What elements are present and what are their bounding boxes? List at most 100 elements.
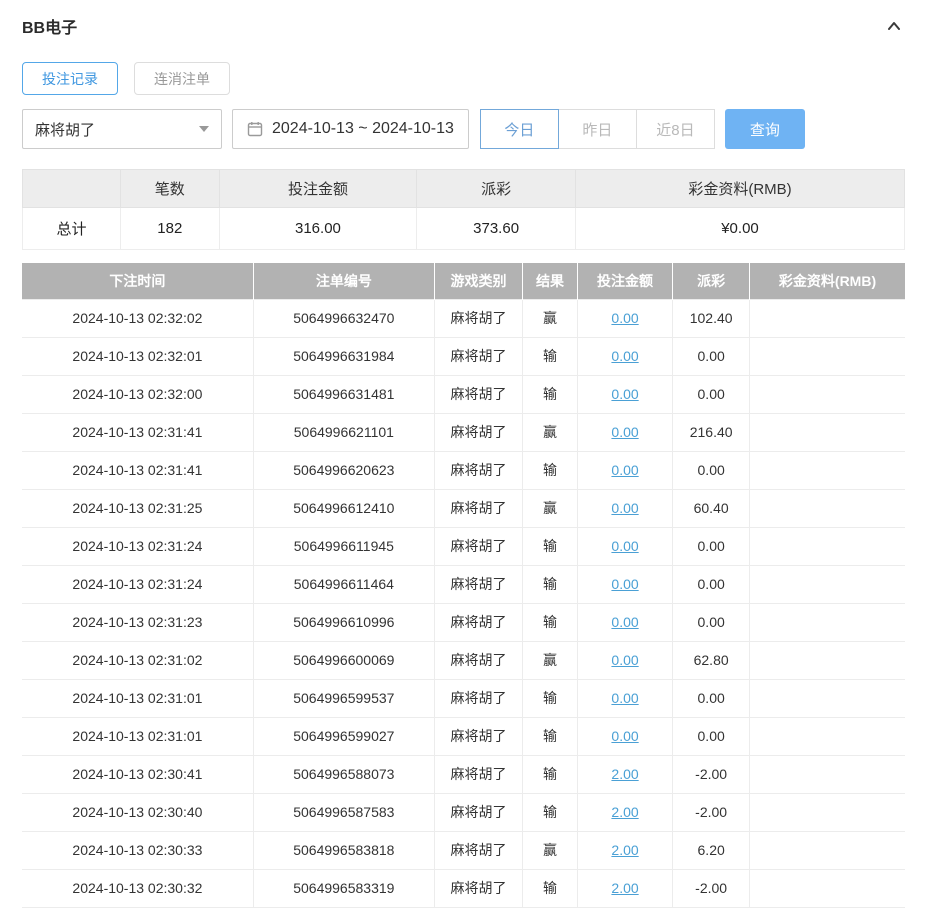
bet-amount-link[interactable]: 0.00 bbox=[611, 728, 638, 744]
table-row: 2024-10-13 02:31:01 5064996599537 麻将胡了 输… bbox=[22, 678, 905, 718]
order-number-cell: 5064996583818 bbox=[252, 830, 435, 870]
order-number-cell: 5064996631984 bbox=[252, 336, 435, 376]
result-cell: 输 bbox=[522, 336, 578, 376]
table-row: 2024-10-13 02:30:32 5064996583319 麻将胡了 输… bbox=[22, 868, 905, 908]
bet-amount-link[interactable]: 0.00 bbox=[611, 576, 638, 592]
order-number-cell: 5064996611464 bbox=[252, 564, 435, 604]
tabs: 投注记录 连消注单 bbox=[22, 62, 905, 95]
jackpot-cell bbox=[749, 716, 905, 756]
bet-amount-link[interactable]: 0.00 bbox=[611, 310, 638, 326]
payout-cell: 0.00 bbox=[672, 716, 751, 756]
bet-amount-link[interactable]: 2.00 bbox=[611, 880, 638, 896]
result-cell: 赢 bbox=[522, 412, 578, 452]
payout-cell: -2.00 bbox=[672, 754, 751, 794]
bet-time-cell: 2024-10-13 02:31:24 bbox=[22, 564, 254, 604]
jackpot-cell bbox=[749, 868, 905, 908]
summary-table: 笔数 投注金额 派彩 彩金资料(RMB) 总计 182 316.00 373.6… bbox=[22, 169, 906, 250]
result-cell: 输 bbox=[522, 602, 578, 642]
bet-amount-link[interactable]: 0.00 bbox=[611, 462, 638, 478]
filter-row: 麻将胡了 2024-10-13 ~ 2024-10-13 今日 昨日 近8日 查… bbox=[22, 109, 905, 149]
bet-time-cell: 2024-10-13 02:31:24 bbox=[22, 526, 254, 566]
order-number-cell: 5064996600069 bbox=[252, 640, 435, 680]
header-bet-time: 下注时间 bbox=[22, 263, 254, 299]
result-cell: 赢 bbox=[522, 298, 578, 338]
game-type-cell: 麻将胡了 bbox=[433, 526, 524, 566]
game-type-cell: 麻将胡了 bbox=[433, 640, 524, 680]
result-cell: 输 bbox=[522, 526, 578, 566]
table-row: 2024-10-13 02:31:02 5064996600069 麻将胡了 赢… bbox=[22, 640, 905, 680]
result-cell: 赢 bbox=[522, 640, 578, 680]
bet-amount-link[interactable]: 0.00 bbox=[611, 614, 638, 630]
quick-filter-last8days[interactable]: 近8日 bbox=[635, 109, 715, 149]
game-type-cell: 麻将胡了 bbox=[433, 830, 524, 870]
bet-amount-link[interactable]: 2.00 bbox=[611, 766, 638, 782]
result-cell: 赢 bbox=[522, 488, 578, 528]
jackpot-cell bbox=[749, 602, 905, 642]
chevron-down-icon bbox=[199, 126, 209, 132]
table-row: 2024-10-13 02:31:41 5064996621101 麻将胡了 赢… bbox=[22, 412, 905, 452]
game-type-cell: 麻将胡了 bbox=[433, 564, 524, 604]
table-row: 2024-10-13 02:30:40 5064996587583 麻将胡了 输… bbox=[22, 792, 905, 832]
summary-header-bet-amount: 投注金额 bbox=[218, 169, 418, 208]
result-cell: 输 bbox=[522, 450, 578, 490]
bet-amount-link[interactable]: 0.00 bbox=[611, 424, 638, 440]
order-number-cell: 5064996621101 bbox=[252, 412, 435, 452]
bet-amount-link[interactable]: 0.00 bbox=[611, 348, 638, 364]
bet-amount-link[interactable]: 0.00 bbox=[611, 538, 638, 554]
payout-cell: 6.20 bbox=[672, 830, 751, 870]
jackpot-cell bbox=[749, 830, 905, 870]
page-title: BB电子 bbox=[22, 20, 78, 37]
order-number-cell: 5064996631481 bbox=[252, 374, 435, 414]
game-type-cell: 麻将胡了 bbox=[433, 868, 524, 908]
quick-filter-yesterday[interactable]: 昨日 bbox=[557, 109, 637, 149]
quick-filter-today[interactable]: 今日 bbox=[479, 109, 559, 149]
calendar-icon bbox=[247, 121, 263, 137]
quick-filter-group: 今日 昨日 近8日 bbox=[479, 109, 715, 149]
jackpot-cell bbox=[749, 374, 905, 414]
order-number-cell: 5064996611945 bbox=[252, 526, 435, 566]
jackpot-cell bbox=[749, 526, 905, 566]
payout-cell: 0.00 bbox=[672, 336, 751, 376]
table-row: 2024-10-13 02:30:33 5064996583818 麻将胡了 赢… bbox=[22, 830, 905, 870]
order-number-cell: 5064996583319 bbox=[252, 868, 435, 908]
payout-cell: -2.00 bbox=[672, 868, 751, 908]
summary-count-value: 182 bbox=[119, 207, 220, 250]
header-game-type: 游戏类别 bbox=[433, 263, 523, 299]
bet-amount-link[interactable]: 0.00 bbox=[611, 690, 638, 706]
game-type-cell: 麻将胡了 bbox=[433, 792, 524, 832]
payout-cell: 0.00 bbox=[672, 374, 751, 414]
bet-time-cell: 2024-10-13 02:32:02 bbox=[22, 298, 254, 338]
summary-payout-value: 373.60 bbox=[416, 207, 576, 250]
tab-bet-records[interactable]: 投注记录 bbox=[22, 62, 118, 95]
records-table: 下注时间 注单编号 游戏类别 结果 投注金额 派彩 彩金资料(RMB) 2024… bbox=[22, 263, 905, 908]
panel-header: BB电子 bbox=[22, 14, 905, 38]
tab-canceled-orders[interactable]: 连消注单 bbox=[134, 62, 230, 95]
order-number-cell: 5064996620623 bbox=[252, 450, 435, 490]
bet-amount-link[interactable]: 0.00 bbox=[611, 386, 638, 402]
summary-header-payout: 派彩 bbox=[416, 169, 576, 208]
query-button[interactable]: 查询 bbox=[724, 109, 805, 149]
result-cell: 输 bbox=[522, 374, 578, 414]
bet-time-cell: 2024-10-13 02:31:01 bbox=[22, 716, 254, 756]
result-cell: 输 bbox=[522, 754, 578, 794]
payout-cell: 216.40 bbox=[672, 412, 751, 452]
summary-header-count: 笔数 bbox=[119, 169, 220, 208]
bet-amount-link[interactable]: 2.00 bbox=[611, 842, 638, 858]
result-cell: 输 bbox=[522, 868, 578, 908]
collapse-chevron-icon[interactable] bbox=[883, 15, 905, 37]
bet-amount-link[interactable]: 0.00 bbox=[611, 500, 638, 516]
date-range-picker[interactable]: 2024-10-13 ~ 2024-10-13 bbox=[232, 109, 469, 149]
result-cell: 赢 bbox=[522, 830, 578, 870]
jackpot-cell bbox=[749, 488, 905, 528]
summary-header-row: 笔数 投注金额 派彩 彩金资料(RMB) bbox=[22, 169, 906, 208]
game-select[interactable]: 麻将胡了 bbox=[22, 109, 222, 149]
bet-amount-link[interactable]: 0.00 bbox=[611, 652, 638, 668]
bet-amount-link[interactable]: 2.00 bbox=[611, 804, 638, 820]
bet-time-cell: 2024-10-13 02:30:32 bbox=[22, 868, 254, 908]
table-row: 2024-10-13 02:32:00 5064996631481 麻将胡了 输… bbox=[22, 374, 905, 414]
game-type-cell: 麻将胡了 bbox=[433, 602, 524, 642]
header-bet-amount: 投注金额 bbox=[576, 263, 673, 299]
summary-header-jackpot: 彩金资料(RMB) bbox=[574, 169, 906, 208]
bet-time-cell: 2024-10-13 02:31:23 bbox=[22, 602, 254, 642]
bet-time-cell: 2024-10-13 02:31:25 bbox=[22, 488, 254, 528]
